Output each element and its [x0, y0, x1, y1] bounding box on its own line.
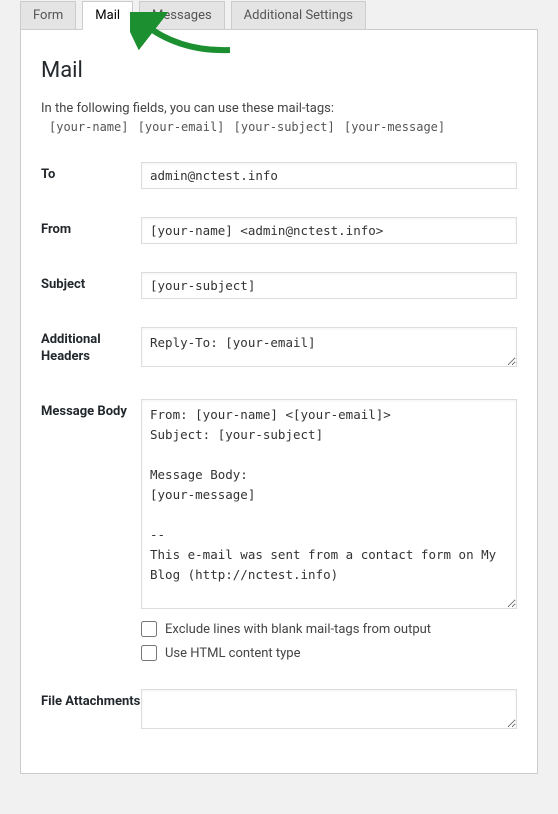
checkbox-use-html[interactable]	[141, 645, 157, 661]
tab-messages[interactable]: Messages	[139, 1, 225, 30]
label-from: From	[41, 217, 141, 239]
label-subject: Subject	[41, 272, 141, 294]
tab-mail[interactable]: Mail	[82, 1, 133, 30]
checkbox-exclude-blank[interactable]	[141, 621, 157, 637]
label-attachments: File Attachments	[41, 689, 141, 711]
tabs: Form Mail Messages Additional Settings	[20, 1, 538, 30]
input-file-attachments[interactable]	[141, 689, 517, 729]
tab-additional-settings[interactable]: Additional Settings	[231, 1, 366, 30]
tab-form[interactable]: Form	[20, 1, 76, 30]
mail-tags-list: [your-name] [your-email] [your-subject] …	[49, 120, 517, 134]
checkbox-use-html-label: Use HTML content type	[165, 646, 300, 661]
label-headers: Additional Headers	[41, 327, 141, 366]
label-to: To	[41, 162, 141, 184]
label-body: Message Body	[41, 399, 141, 421]
input-message-body[interactable]	[141, 399, 517, 609]
panel-mail: Mail In the following fields, you can us…	[20, 29, 538, 774]
page-title: Mail	[41, 58, 517, 83]
input-additional-headers[interactable]	[141, 327, 517, 367]
checkbox-exclude-blank-label: Exclude lines with blank mail-tags from …	[165, 622, 431, 637]
input-to[interactable]	[141, 162, 517, 189]
input-from[interactable]	[141, 217, 517, 244]
mail-tags-hint: In the following fields, you can use the…	[41, 101, 517, 116]
input-subject[interactable]	[141, 272, 517, 299]
